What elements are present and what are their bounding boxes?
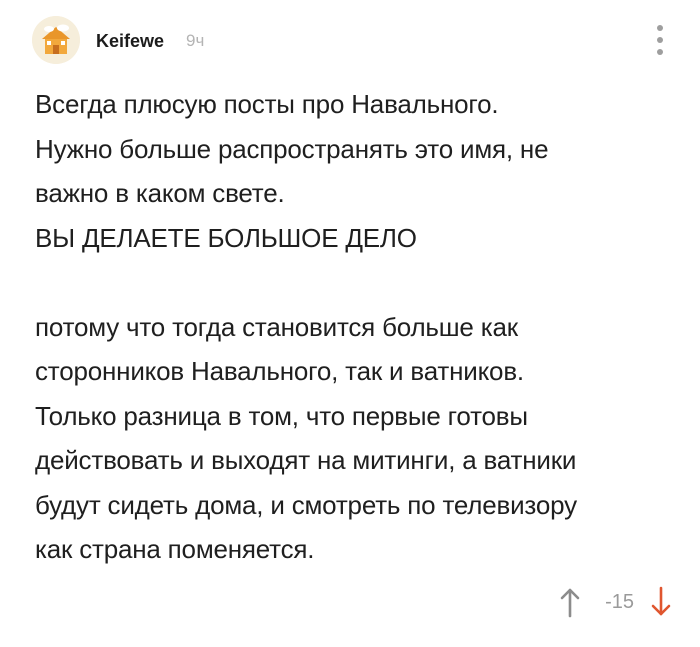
comment-line: ВЫ ДЕЛАЕТЕ БОЛЬШОЕ ДЕЛО xyxy=(35,222,417,253)
comment-header: Keifewe 9ч xyxy=(32,16,672,66)
arrow-up-icon xyxy=(560,588,580,618)
arrow-down-icon xyxy=(651,586,671,616)
rating-bar: -15 xyxy=(557,584,674,620)
comment-line: как страна поменяется. xyxy=(35,534,315,564)
comment-line: сторонников Навального, так и ватников. xyxy=(35,356,524,386)
house-avatar-icon xyxy=(32,16,80,64)
dot xyxy=(657,49,663,55)
comment-line: Только разница в том, что первые готовы xyxy=(35,400,528,431)
comment-author[interactable]: Keifewe xyxy=(96,31,164,52)
dot xyxy=(657,37,663,43)
comment-text: Всегда плюсую посты про Навального. Нужн… xyxy=(35,82,675,572)
comment-line: Всегда плюсую посты про Навального. xyxy=(35,89,499,119)
dot xyxy=(657,25,663,31)
user-avatar[interactable] xyxy=(32,16,80,64)
comment-line: действовать и выходят на митинги, а ватн… xyxy=(35,445,577,475)
comment-line: будут сидеть дома, и смотреть по телевиз… xyxy=(35,489,577,520)
comment-line: потому что тогда становится больше как xyxy=(35,311,518,342)
upvote-button[interactable] xyxy=(557,585,583,619)
comment-line: важно в каком свете. xyxy=(35,178,285,208)
comment-time: 9ч xyxy=(186,31,205,50)
downvote-button[interactable] xyxy=(648,585,674,619)
vertical-dots-icon[interactable] xyxy=(654,25,666,55)
comment-line: Нужно больше распространять это имя, не xyxy=(35,133,549,164)
rating-value: -15 xyxy=(605,590,634,613)
